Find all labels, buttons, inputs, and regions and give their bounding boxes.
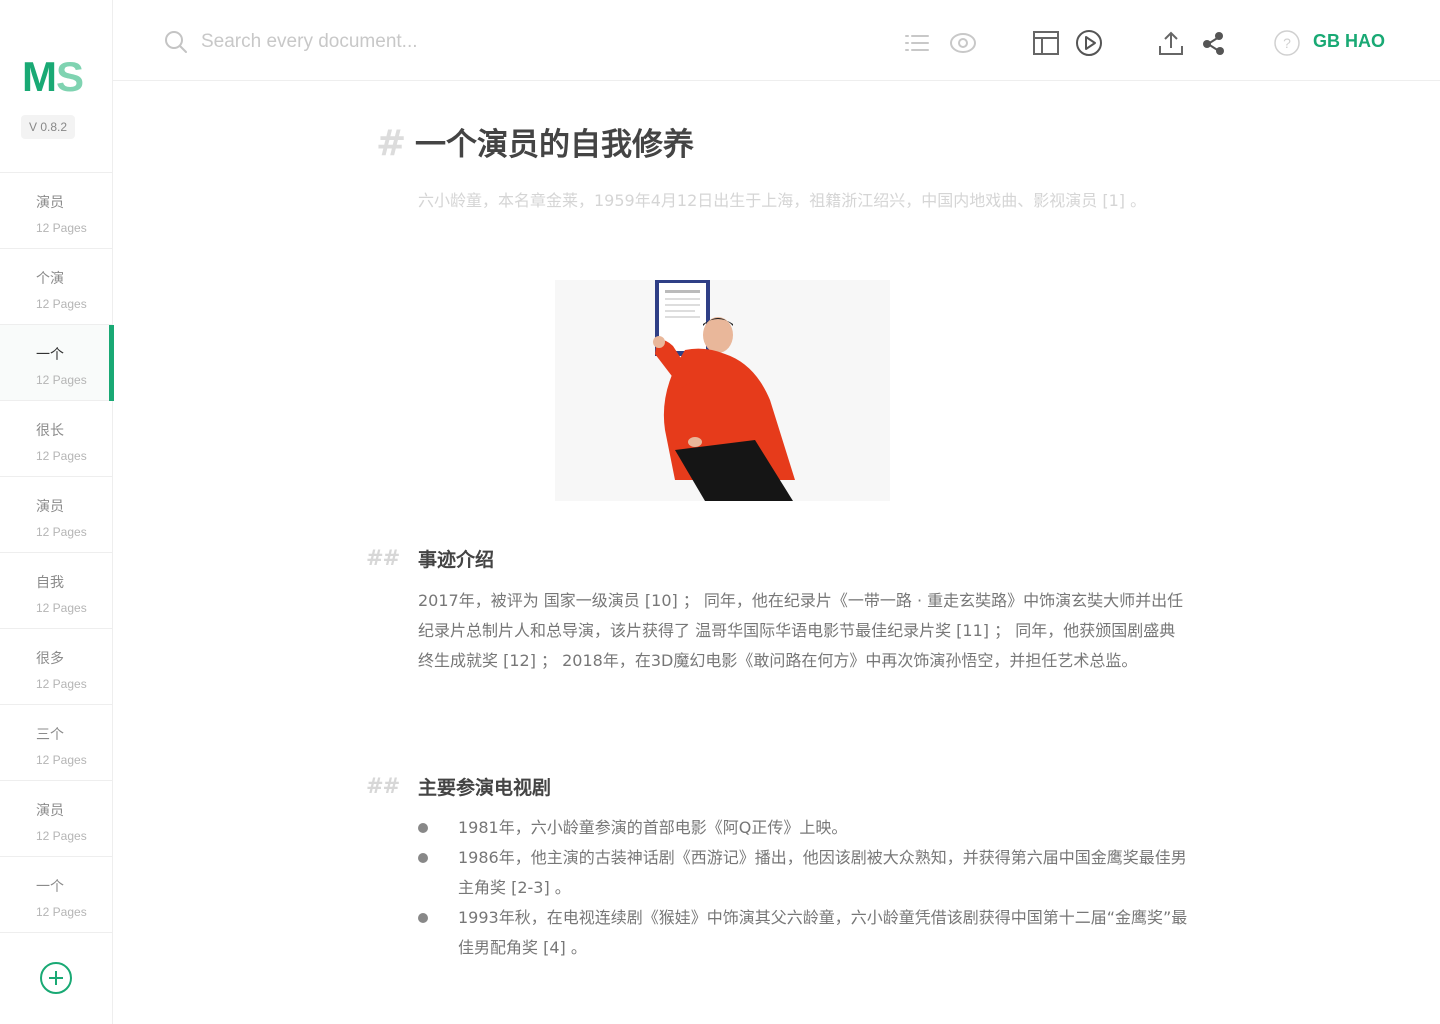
sidebar-item-title: 一个 xyxy=(36,879,64,895)
bullet-list: 1981年，六小龄童参演的首部电影《阿Q正传》上映。 1986年，他主演的古装神… xyxy=(418,813,1190,963)
sidebar-item[interactable]: 演员 12 Pages xyxy=(0,477,112,553)
search-icon xyxy=(165,31,187,53)
list-item: 1986年，他主演的古装神话剧《西游记》播出，他因该剧被大众熟知，并获得第六届中… xyxy=(418,843,1190,903)
section-heading-events: 事迹介绍 xyxy=(418,549,495,571)
version-badge: V 0.8.2 xyxy=(21,115,76,139)
sidebar-item-count: 12 Pages xyxy=(36,221,87,235)
logo-area: MS V 0.8.2 xyxy=(0,0,112,173)
sidebar-item-count: 12 Pages xyxy=(36,677,87,691)
sidebar-item-count: 12 Pages xyxy=(36,449,87,463)
sidebar-item-title: 演员 xyxy=(36,803,64,819)
sidebar-item-count: 12 Pages xyxy=(36,601,87,615)
sidebar-item-active[interactable]: 一个 12 Pages xyxy=(0,325,114,401)
list-item: 1981年，六小龄童参演的首部电影《阿Q正传》上映。 xyxy=(418,813,1190,843)
logo-letter-m: M xyxy=(22,53,57,100)
sidebar-item-title: 很多 xyxy=(36,651,64,667)
sidebar-item-title: 演员 xyxy=(36,195,64,211)
sidebar-item-count: 12 Pages xyxy=(36,525,87,539)
upload-icon[interactable] xyxy=(1157,29,1185,57)
app-logo[interactable]: MS xyxy=(22,53,84,100)
top-toolbar: ? GB HAO xyxy=(113,0,1440,81)
help-icon[interactable]: ? xyxy=(1273,29,1301,57)
search-input[interactable] xyxy=(201,26,621,58)
user-name[interactable]: GB HAO xyxy=(1313,31,1385,52)
sidebar-item[interactable]: 一个 12 Pages xyxy=(0,857,112,933)
list-item: 1993年秋，在电视连续剧《猴娃》中饰演其父六龄童，六小龄童凭借该剧获得中国第十… xyxy=(418,903,1190,963)
section-heading-tv-dramas: 主要参演电视剧 xyxy=(418,777,552,799)
sidebar-item[interactable]: 很多 12 Pages xyxy=(0,629,112,705)
sidebar-item-title: 很长 xyxy=(36,423,64,439)
eye-icon[interactable] xyxy=(949,29,977,57)
sidebar-item-title: 演员 xyxy=(36,499,64,515)
document-title: 一个演员的自我修养 xyxy=(415,127,694,163)
list-icon[interactable] xyxy=(903,29,931,57)
document-content: # 一个演员的自我修养 六小龄童，本名章金莱，1959年4月12日出生于上海，祖… xyxy=(113,81,1440,1024)
layout-icon[interactable] xyxy=(1032,29,1060,57)
sidebar-item[interactable]: 演员 12 Pages xyxy=(0,781,112,857)
play-icon[interactable] xyxy=(1075,29,1103,57)
plus-circle-icon[interactable] xyxy=(40,962,72,994)
logo-letter-s: S xyxy=(56,53,84,100)
sidebar-item[interactable]: 自我 12 Pages xyxy=(0,553,112,629)
share-icon[interactable] xyxy=(1200,29,1228,57)
actor-photo xyxy=(555,280,890,501)
sidebar-item[interactable]: 个演 12 Pages xyxy=(0,249,112,325)
heading-marker: # xyxy=(376,123,407,164)
sidebar-item-title: 一个 xyxy=(36,347,64,363)
sidebar-item-title: 个演 xyxy=(36,271,64,287)
svg-text:?: ? xyxy=(1283,35,1291,51)
section-paragraph: 2017年，被评为 国家一级演员 [10] ； 同年，他在纪录片《一带一路 · … xyxy=(418,591,1184,670)
sidebar: MS V 0.8.2 演员 12 Pages 个演 12 Pages 一个 12 Pa… xyxy=(0,0,114,1024)
sidebar-item-count: 12 Pages xyxy=(36,905,87,919)
intro-text: 六小龄童，本名章金莱，1959年4月12日出生于上海，祖籍浙江绍兴，中国内地戏曲… xyxy=(418,191,1147,210)
sidebar-item[interactable]: 很长 12 Pages xyxy=(0,401,112,477)
document-list: 演员 12 Pages 个演 12 Pages 一个 12 Pages 很长 12 Pa… xyxy=(0,173,114,933)
sidebar-item-title: 三个 xyxy=(36,727,64,743)
sidebar-item-count: 12 Pages xyxy=(36,753,87,767)
sidebar-item-count: 12 Pages xyxy=(36,829,87,843)
heading-marker: ## xyxy=(366,774,400,798)
heading-marker: ## xyxy=(366,546,400,570)
sidebar-item[interactable]: 三个 12 Pages xyxy=(0,705,112,781)
sidebar-item[interactable]: 演员 12 Pages xyxy=(0,173,112,249)
sidebar-item-count: 12 Pages xyxy=(36,297,87,311)
sidebar-item-count: 12 Pages xyxy=(36,373,87,387)
document-image xyxy=(555,280,890,501)
sidebar-item-title: 自我 xyxy=(36,575,64,591)
